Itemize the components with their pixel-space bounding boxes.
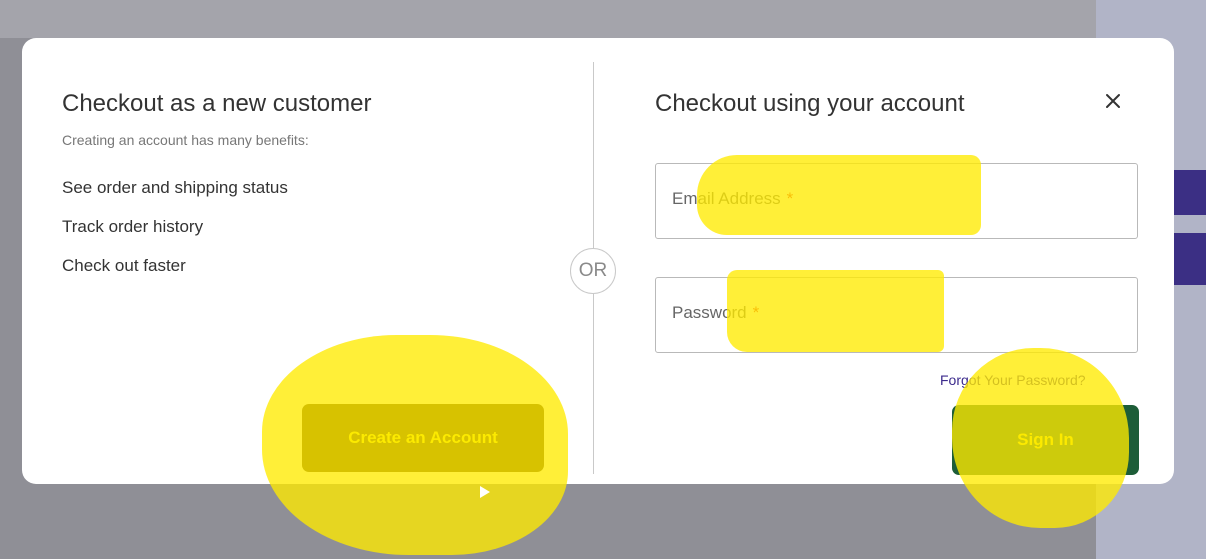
- benefit-item: Track order history: [62, 217, 204, 236]
- forgot-password-link[interactable]: Forgot Your Password?: [940, 372, 1086, 388]
- required-asterisk: *: [786, 189, 794, 208]
- password-label: Password: [672, 303, 747, 322]
- password-field[interactable]: Password *: [655, 277, 1138, 353]
- account-title: Checkout using your account: [655, 90, 965, 117]
- play-arrow-icon: [480, 486, 490, 498]
- create-account-button[interactable]: Create an Account: [302, 404, 544, 472]
- new-customer-subtitle: Creating an account has many benefits:: [62, 132, 309, 148]
- email-label: Email Address: [672, 189, 781, 208]
- email-field[interactable]: Email Address *: [655, 163, 1138, 239]
- page-backdrop-top: [0, 0, 1206, 38]
- benefits-list: See order and shipping status Track orde…: [62, 178, 288, 295]
- required-asterisk: *: [752, 303, 760, 322]
- new-customer-title: Checkout as a new customer: [62, 90, 372, 117]
- close-icon: [1106, 94, 1120, 108]
- checkout-login-modal: Checkout as a new customer Creating an a…: [22, 38, 1174, 484]
- benefit-item: Check out faster: [62, 256, 186, 275]
- or-separator: OR: [570, 248, 616, 294]
- close-button[interactable]: [1098, 86, 1128, 116]
- sign-in-button[interactable]: Sign In: [952, 405, 1139, 475]
- benefit-item: See order and shipping status: [62, 178, 288, 197]
